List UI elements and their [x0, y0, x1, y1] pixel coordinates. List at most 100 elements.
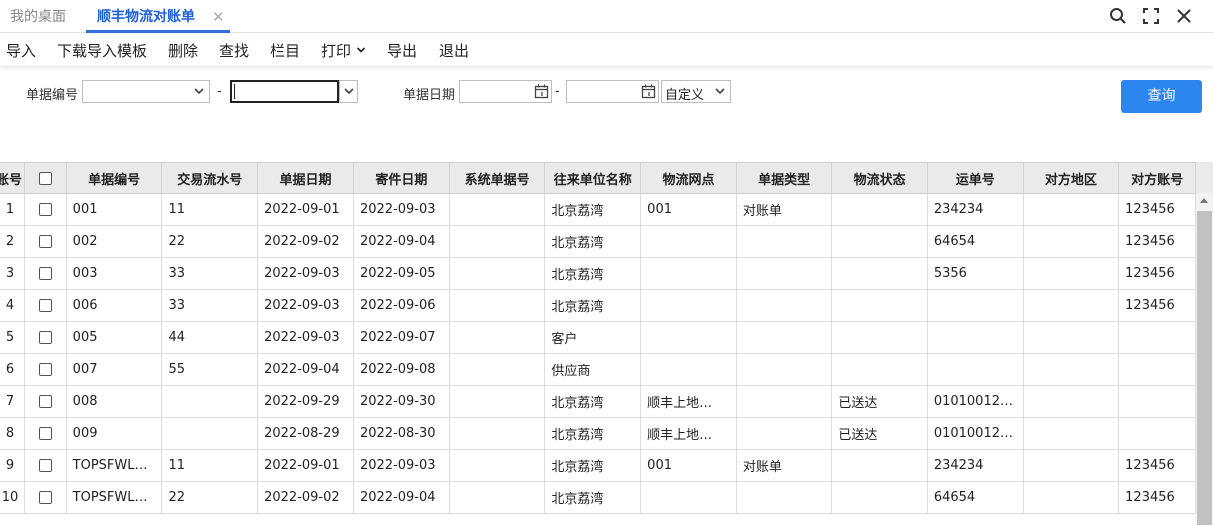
cell-doc-no: 006: [66, 289, 163, 322]
cell-row-number: 5: [0, 321, 26, 354]
cell-doc-type: [736, 353, 833, 386]
row-checkbox-cell[interactable]: [24, 385, 67, 418]
col-header-waybill-no[interactable]: 运单号: [927, 163, 1024, 194]
cell-doc-date: 2022-09-29: [257, 385, 354, 418]
row-checkbox-cell[interactable]: [24, 257, 67, 290]
delete-button[interactable]: 删除: [168, 40, 198, 61]
row-checkbox-cell[interactable]: [24, 481, 67, 514]
cell-logistics-outlet: 顺丰上地…: [640, 417, 737, 450]
checkbox[interactable]: [38, 267, 52, 280]
tab-home[interactable]: 我的桌面: [10, 0, 66, 32]
cell-doc-date: 2022-09-04: [257, 353, 354, 386]
col-header-counterparty-region[interactable]: 对方地区: [1023, 163, 1120, 194]
row-checkbox-cell[interactable]: [24, 193, 67, 226]
cell-doc-date: 2022-09-02: [257, 481, 354, 514]
checkbox[interactable]: [38, 427, 52, 440]
doc-no-to-dropdown[interactable]: [339, 80, 358, 103]
table-row[interactable]: 5 005 44 2022-09-03 2022-09-07 客户: [0, 321, 1196, 354]
columns-button[interactable]: 栏目: [270, 40, 300, 61]
table-row[interactable]: 8 009 2022-08-29 2022-08-30 北京荔湾 顺丰上地… 已送达 0101…: [0, 417, 1196, 450]
scroll-up-icon[interactable]: [1200, 198, 1208, 203]
cell-counterparty-account: 123456: [1118, 193, 1196, 226]
table-row[interactable]: 10 TOPSFWL… 22 2022-09-02 2022-09-04 北京荔湾 6465…: [0, 481, 1196, 514]
find-button[interactable]: 查找: [219, 40, 249, 61]
export-button[interactable]: 导出: [387, 40, 417, 61]
col-header-ship-date[interactable]: 寄件日期: [353, 163, 450, 194]
cell-system-doc-no: [449, 257, 546, 290]
cell-partner-name: 北京荔湾: [544, 289, 642, 322]
toolbar: 导入 下载导入模板 删除 查找 栏目 打印 导出 退出: [0, 33, 1213, 67]
select-all-checkbox[interactable]: [24, 163, 67, 194]
query-button[interactable]: 查询: [1121, 80, 1202, 113]
col-header-partner-name[interactable]: 往来单位名称: [544, 163, 642, 194]
row-checkbox-cell[interactable]: [24, 225, 67, 258]
table-row[interactable]: 2 002 22 2022-09-02 2022-09-04 北京荔湾 64654 12345…: [0, 225, 1196, 258]
doc-no-from-select[interactable]: [82, 80, 210, 103]
cell-logistics-status: [831, 481, 928, 514]
table-row[interactable]: 7 008 2022-09-29 2022-09-30 北京荔湾 顺丰上地… 已送达 0101…: [0, 385, 1196, 418]
maximize-icon[interactable]: [1141, 6, 1161, 26]
cell-ship-date: 2022-09-08: [353, 353, 450, 386]
scroll-thumb[interactable]: [1197, 211, 1212, 525]
col-header-logistics-status[interactable]: 物流状态: [831, 163, 928, 194]
cell-logistics-outlet: [640, 321, 737, 354]
cell-system-doc-no: [449, 417, 546, 450]
col-header-system-doc-no[interactable]: 系统单据号: [449, 163, 546, 194]
tab-close-icon[interactable]: ✕: [212, 0, 225, 34]
checkbox[interactable]: [38, 171, 52, 185]
cell-partner-name: 北京荔湾: [544, 417, 642, 450]
cell-txn-no: [161, 417, 259, 450]
print-button[interactable]: 打印: [321, 40, 366, 61]
cell-waybill-no: [927, 353, 1024, 386]
table-row[interactable]: 6 007 55 2022-09-04 2022-09-08 供应商: [0, 353, 1196, 386]
row-checkbox-cell[interactable]: [24, 289, 67, 322]
tab-sf-logistics-statement[interactable]: 顺丰物流对账单 ✕: [86, 0, 230, 34]
col-header-doc-date[interactable]: 单据日期: [257, 163, 354, 194]
row-checkbox-cell[interactable]: [24, 353, 67, 386]
table-row[interactable]: 9 TOPSFWL… 11 2022-09-01 2022-09-03 北京荔湾 001 对账…: [0, 449, 1196, 482]
cell-doc-no: 001: [66, 193, 163, 226]
cell-waybill-no: 64654: [927, 481, 1024, 514]
search-icon[interactable]: [1108, 6, 1128, 26]
row-checkbox-cell[interactable]: [24, 417, 67, 450]
col-header-doc-no[interactable]: 单据编号: [66, 163, 163, 194]
cell-doc-type: [736, 289, 833, 322]
doc-no-to-input[interactable]: [230, 80, 339, 103]
import-button[interactable]: 导入: [6, 40, 36, 61]
checkbox[interactable]: [38, 459, 52, 472]
cell-counterparty-region: [1023, 225, 1120, 258]
col-header-txn-no[interactable]: 交易流水号: [161, 163, 259, 194]
cell-row-number: 6: [0, 353, 26, 386]
table-row[interactable]: 4 006 33 2022-09-03 2022-09-06 北京荔湾 123456: [0, 289, 1196, 322]
checkbox[interactable]: [38, 331, 52, 344]
download-template-button[interactable]: 下载导入模板: [57, 40, 147, 61]
date-from-input[interactable]: [459, 80, 552, 103]
cell-partner-name: 北京荔湾: [544, 449, 642, 482]
date-to-input[interactable]: [566, 80, 659, 103]
cell-partner-name: 北京荔湾: [544, 481, 642, 514]
checkbox[interactable]: [38, 299, 52, 312]
cell-doc-date: 2022-09-02: [257, 225, 354, 258]
close-icon[interactable]: [1174, 6, 1194, 26]
date-range-select[interactable]: 自定义: [661, 80, 731, 103]
cell-ship-date: 2022-08-30: [353, 417, 450, 450]
cell-doc-no: TOPSFWL…: [66, 481, 163, 514]
checkbox[interactable]: [38, 235, 52, 248]
calendar-icon[interactable]: [641, 84, 656, 99]
checkbox[interactable]: [38, 491, 52, 504]
cell-doc-no: 002: [66, 225, 163, 258]
vertical-scrollbar[interactable]: [1196, 193, 1213, 525]
table-row[interactable]: 1 001 11 2022-09-01 2022-09-03 北京荔湾 001 对账单 2342…: [0, 193, 1196, 226]
checkbox[interactable]: [38, 363, 52, 376]
row-checkbox-cell[interactable]: [24, 321, 67, 354]
row-checkbox-cell[interactable]: [24, 449, 67, 482]
exit-button[interactable]: 退出: [439, 40, 469, 61]
col-header-doc-type[interactable]: 单据类型: [736, 163, 833, 194]
col-header-logistics-outlet[interactable]: 物流网点: [640, 163, 737, 194]
col-header-counterparty-account[interactable]: 对方账号: [1118, 163, 1196, 194]
calendar-icon[interactable]: [534, 84, 549, 99]
cell-doc-type: [736, 385, 833, 418]
checkbox[interactable]: [38, 203, 52, 216]
table-row[interactable]: 3 003 33 2022-09-03 2022-09-05 北京荔湾 5356 123456: [0, 257, 1196, 290]
checkbox[interactable]: [38, 395, 52, 408]
